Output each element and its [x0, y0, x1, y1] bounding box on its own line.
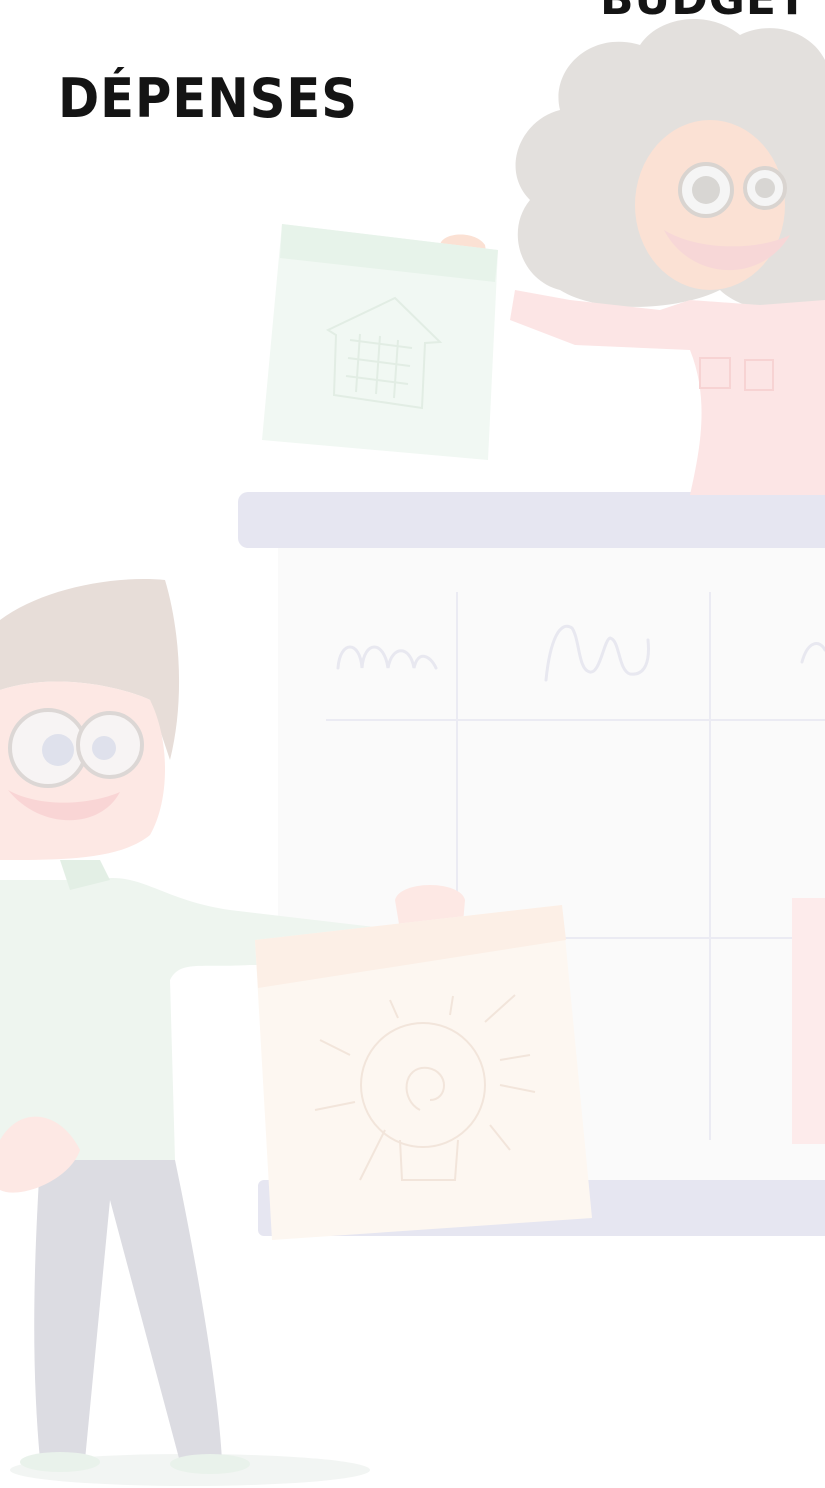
background-illustration — [0, 18, 825, 1486]
woman-character — [440, 18, 825, 495]
man-shoe-left — [20, 1452, 100, 1472]
man-shoe-right — [170, 1454, 250, 1474]
woman-jacket — [510, 290, 825, 495]
pink-side-panel — [792, 898, 825, 1144]
man-pupil-right — [92, 736, 116, 760]
man-pupil-left — [42, 734, 74, 766]
woman-pupil-right — [755, 178, 775, 198]
cream-sticky-note — [255, 905, 592, 1240]
whiteboard-top-bar — [238, 492, 825, 548]
green-sticky-note — [262, 224, 498, 460]
man-pants — [34, 1160, 222, 1462]
woman-pupil-left — [692, 176, 720, 204]
